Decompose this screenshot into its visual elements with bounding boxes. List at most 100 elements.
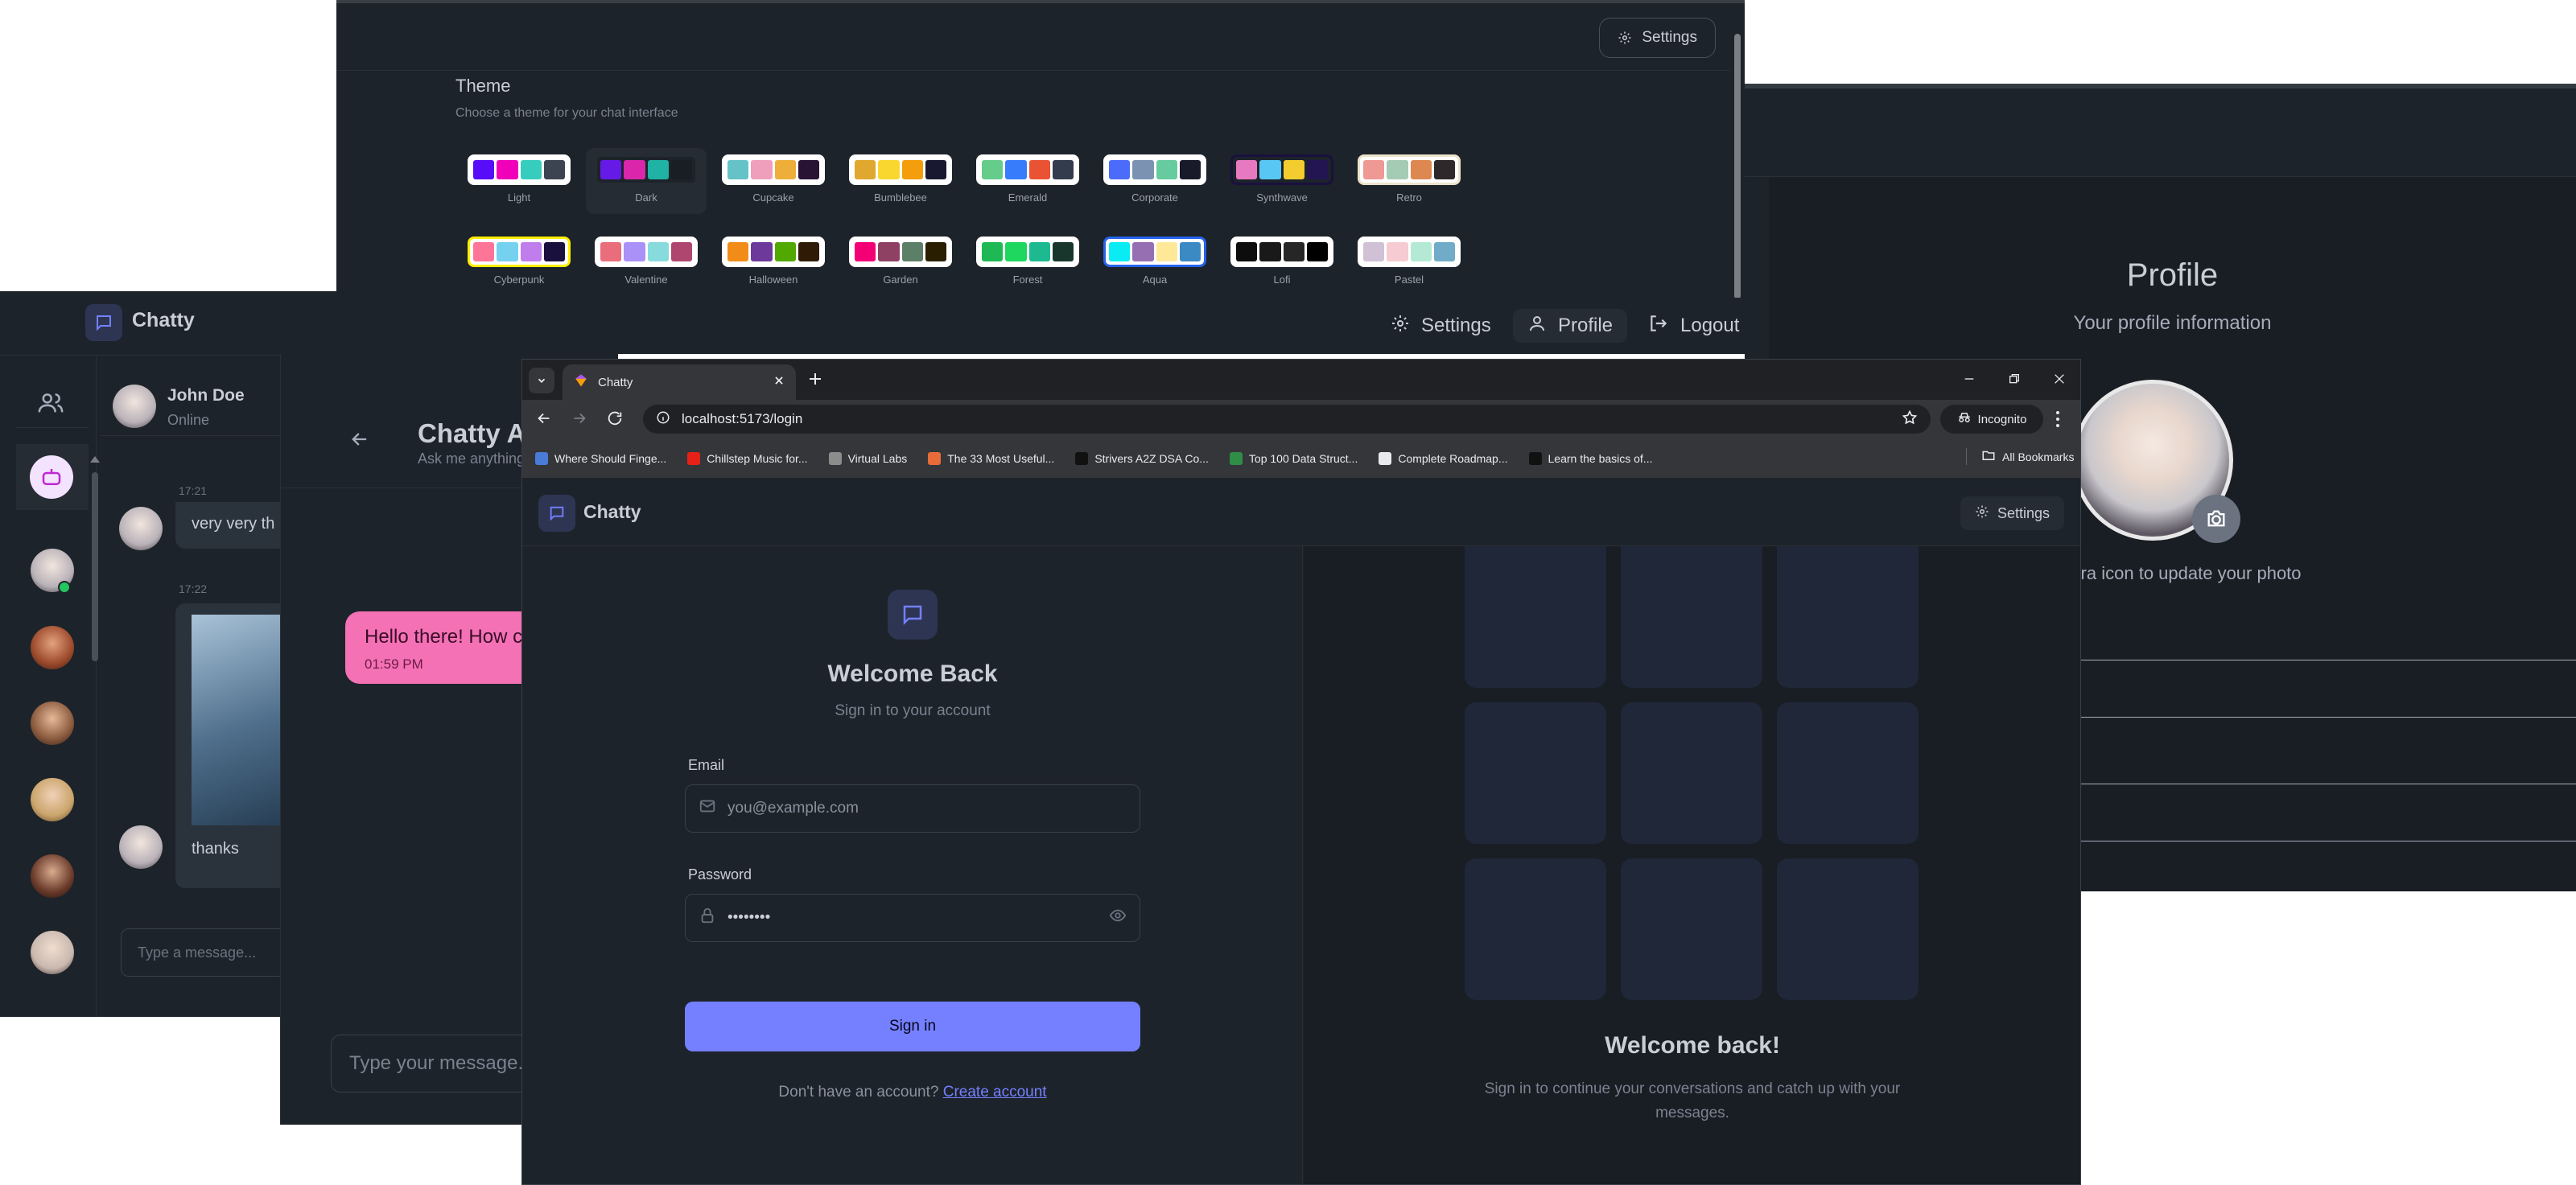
color-swatch	[727, 160, 749, 179]
color-swatch	[925, 242, 946, 261]
theme-name: Corporate	[1131, 191, 1178, 204]
color-swatch	[1433, 160, 1455, 179]
theme-option-halloween[interactable]: Halloween	[713, 230, 834, 296]
back-icon[interactable]	[535, 409, 553, 431]
contact-avatar[interactable]	[31, 626, 74, 669]
gear-icon	[1975, 504, 1989, 523]
chat-navbar: Chatty	[0, 291, 563, 356]
theme-preview	[849, 154, 952, 185]
theme-preview	[849, 237, 952, 267]
bookmark-label: Top 100 Data Struct...	[1248, 451, 1358, 465]
theme-option-light[interactable]: Light	[459, 148, 579, 214]
create-account-link[interactable]: Create account	[943, 1084, 1047, 1101]
tab-chatty[interactable]: Chatty	[563, 364, 796, 400]
theme-option-emerald[interactable]: Emerald	[967, 148, 1088, 214]
users-icon	[37, 389, 64, 421]
restore-icon[interactable]	[2008, 372, 2021, 389]
scrollbar-thumb[interactable]	[92, 472, 98, 661]
bookmark-item[interactable]: Learn the basics of...	[1528, 451, 1652, 465]
close-icon[interactable]	[773, 375, 785, 389]
nav-logout-button[interactable]: Logout	[1634, 309, 1754, 343]
bookmark-favicon-icon	[1379, 451, 1392, 465]
bookmark-item[interactable]: Chillstep Music for...	[687, 451, 808, 465]
theme-option-aqua[interactable]: Aqua	[1094, 230, 1215, 296]
color-swatch	[600, 160, 622, 179]
theme-option-pastel[interactable]: Pastel	[1349, 230, 1469, 296]
password-input[interactable]: ••••••••	[685, 894, 1140, 942]
site-info-icon[interactable]	[656, 410, 670, 429]
theme-option-retro[interactable]: Retro	[1349, 148, 1469, 214]
color-swatch	[1052, 242, 1074, 261]
signup-prompt: Don't have an account? Create account	[522, 1084, 1303, 1101]
theme-preview	[976, 237, 1079, 267]
new-tab-icon[interactable]	[806, 369, 825, 393]
bookmark-item[interactable]: Top 100 Data Struct...	[1229, 451, 1358, 465]
ai-subtitle: Ask me anything	[418, 451, 526, 467]
bookmark-favicon-icon	[535, 451, 548, 465]
theme-preview	[595, 154, 698, 185]
message-time: 17:22	[179, 582, 208, 595]
contacts-scrollbar[interactable]	[90, 456, 100, 979]
ai-contact[interactable]	[16, 444, 89, 510]
forward-icon[interactable]	[571, 409, 588, 431]
camera-icon[interactable]	[2192, 495, 2240, 543]
nav-settings-button[interactable]: Settings	[1376, 309, 1506, 343]
theme-topbar: Settings	[336, 3, 1745, 71]
bookmark-item[interactable]: Strivers A2Z DSA Co...	[1075, 451, 1209, 465]
scrollbar[interactable]	[1730, 3, 1745, 298]
eye-icon[interactable]	[1109, 907, 1127, 929]
settings-button[interactable]: Settings	[1960, 496, 2064, 530]
app-name[interactable]: Chatty	[583, 501, 641, 523]
tab-search-icon[interactable]	[529, 368, 554, 393]
bookmark-item[interactable]: The 33 Most Useful...	[928, 451, 1054, 465]
all-bookmarks[interactable]: All Bookmarks	[1966, 448, 2074, 465]
contact-avatar[interactable]	[31, 702, 74, 745]
pattern-tile	[1621, 546, 1762, 688]
theme-option-bumblebee[interactable]: Bumblebee	[840, 148, 961, 214]
contact-avatar[interactable]	[31, 931, 74, 974]
bookmark-item[interactable]: Where Should Finge...	[535, 451, 666, 465]
contact-avatar[interactable]	[31, 854, 74, 898]
sign-in-button[interactable]: Sign in	[685, 1002, 1140, 1051]
scrollbar-thumb[interactable]	[1734, 34, 1741, 298]
settings-button[interactable]: Settings	[1599, 18, 1716, 58]
incognito-label: Incognito	[1977, 412, 2027, 426]
theme-option-corporate[interactable]: Corporate	[1094, 148, 1215, 214]
theme-option-forest[interactable]: Forest	[967, 230, 1088, 296]
address-bar[interactable]: localhost:5173/login	[643, 405, 1931, 434]
color-swatch	[520, 160, 542, 179]
welcome-line-2: messages.	[1655, 1105, 1729, 1121]
color-swatch	[497, 160, 518, 179]
theme-option-synthwave[interactable]: Synthwave	[1222, 148, 1342, 214]
arrow-left-icon[interactable]	[348, 428, 371, 455]
theme-option-garden[interactable]: Garden	[840, 230, 961, 296]
url-text[interactable]: localhost:5173/login	[682, 411, 1890, 427]
mail-icon	[699, 797, 716, 820]
contact-status: Online	[167, 412, 210, 428]
bookmark-item[interactable]: Complete Roadmap...	[1379, 451, 1508, 465]
nav-profile-button[interactable]: Profile	[1513, 309, 1628, 343]
chat-app-name[interactable]: Chatty	[132, 309, 195, 332]
theme-option-lofi[interactable]: Lofi	[1222, 230, 1342, 296]
theme-option-dark[interactable]: Dark	[586, 148, 707, 214]
theme-option-valentine[interactable]: Valentine	[586, 230, 707, 296]
color-swatch	[982, 242, 1004, 261]
scroll-up-icon[interactable]	[90, 456, 100, 463]
incognito-badge[interactable]: Incognito	[1940, 405, 2043, 434]
theme-preview	[1230, 237, 1333, 267]
contact-avatar[interactable]	[31, 778, 74, 821]
close-window-icon[interactable]	[2053, 372, 2066, 389]
full-name-field[interactable]	[2050, 660, 2576, 718]
chat-logo-icon[interactable]	[85, 304, 122, 341]
theme-option-cupcake[interactable]: Cupcake	[713, 148, 834, 214]
email-input[interactable]: you@example.com	[685, 784, 1140, 833]
menu-icon[interactable]	[2055, 409, 2061, 433]
reload-icon[interactable]	[606, 409, 624, 431]
email-field[interactable]	[2050, 784, 2576, 841]
minimize-icon[interactable]	[1963, 372, 1976, 389]
star-icon[interactable]	[1902, 409, 1918, 430]
chat-logo-icon[interactable]	[538, 495, 575, 532]
bookmark-item[interactable]: Virtual Labs	[828, 451, 907, 465]
color-swatch	[1052, 160, 1074, 179]
theme-option-cyberpunk[interactable]: Cyberpunk	[459, 230, 579, 296]
